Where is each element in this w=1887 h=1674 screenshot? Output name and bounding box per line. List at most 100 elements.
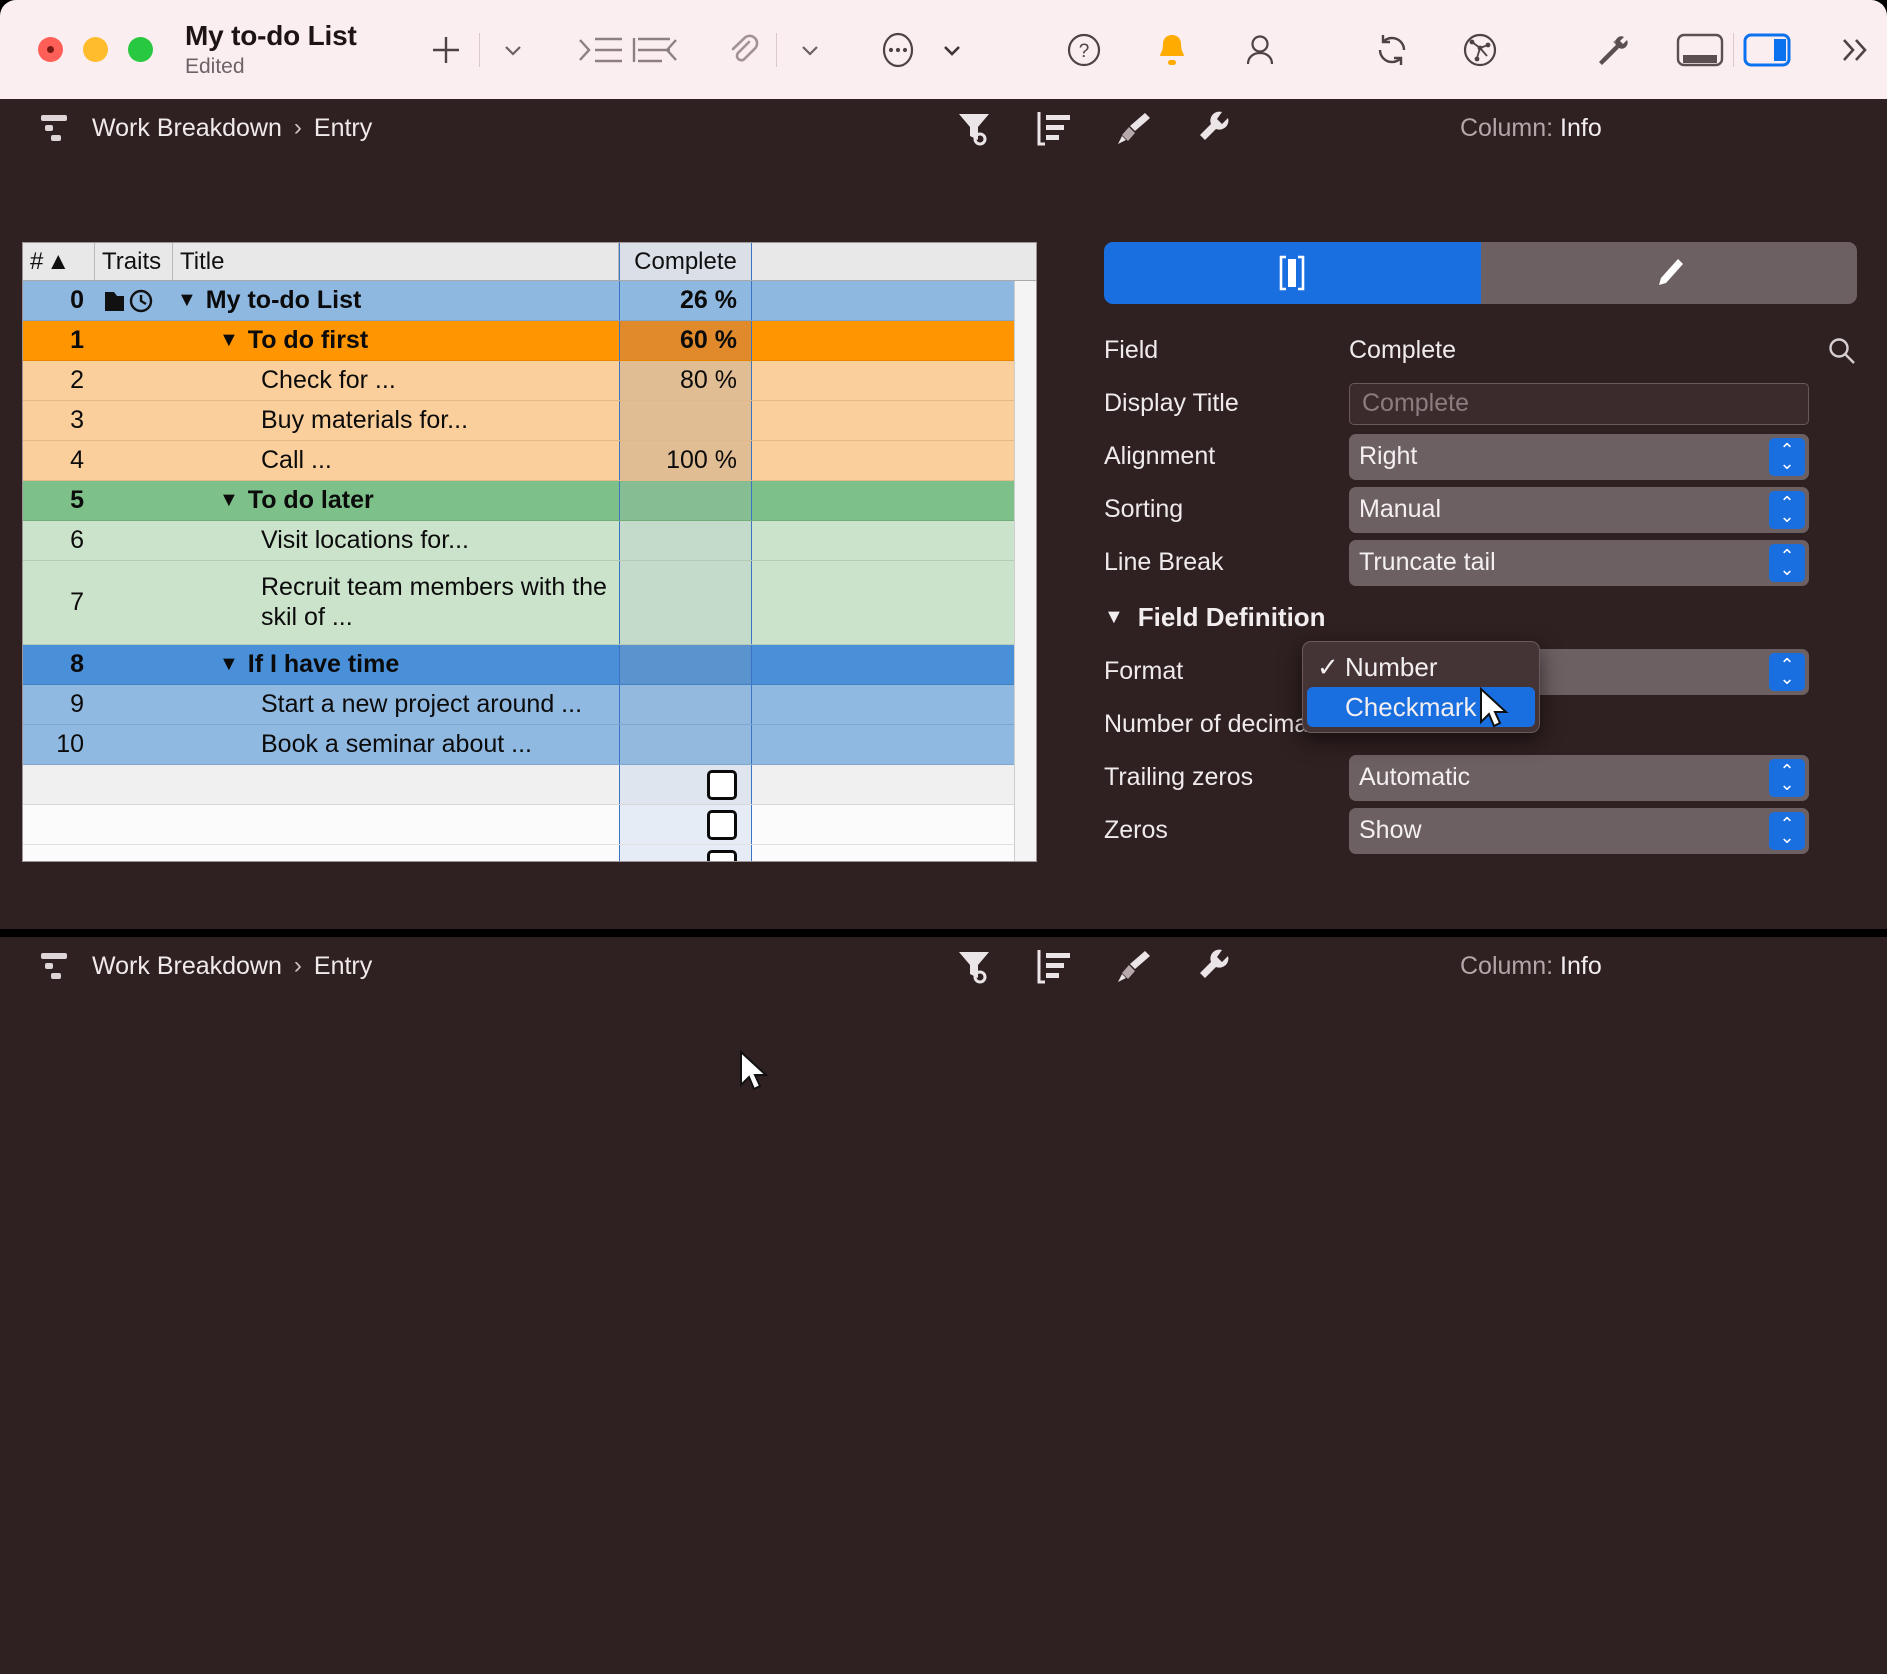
table-row[interactable]: 9 Start a new project around ...	[23, 685, 1036, 725]
tools-icon[interactable]	[1585, 23, 1639, 77]
tab-columns[interactable]	[1104, 242, 1481, 304]
table-row[interactable]: 10 Book a seminar about ...	[23, 725, 1036, 765]
stepper-icon[interactable]: ⌃ ⌄	[1769, 490, 1805, 529]
row-title[interactable]: Buy materials for...	[173, 401, 619, 440]
breadcrumb-leaf[interactable]: Entry	[314, 952, 372, 981]
row-traits[interactable]	[95, 521, 173, 560]
row-traits[interactable]	[95, 401, 173, 440]
table-row[interactable]	[23, 845, 1036, 861]
paintbrush-icon[interactable]	[1115, 947, 1153, 985]
row-complete-cell[interactable]	[619, 481, 752, 520]
complete-checkbox[interactable]	[707, 809, 737, 840]
alignment-select[interactable]: Right ⌃ ⌄	[1349, 433, 1809, 480]
add-button[interactable]	[419, 23, 473, 77]
row-complete-cell[interactable]	[619, 725, 752, 764]
indent-right-button[interactable]	[574, 23, 628, 77]
sync-icon[interactable]	[1365, 23, 1419, 77]
row-title[interactable]: ▼ My to-do List	[173, 281, 619, 320]
table-row[interactable]: 4 Call ... 100 %	[23, 441, 1036, 481]
breadcrumb[interactable]: Work Breakdown › Entry	[92, 952, 372, 981]
funnel-icon[interactable]	[955, 946, 993, 986]
zeros-select[interactable]: Show ⌃ ⌄	[1349, 807, 1809, 854]
row-complete-cell[interactable]	[619, 805, 752, 844]
complete-checkbox[interactable]	[707, 769, 737, 800]
tab-edit[interactable]	[1480, 242, 1857, 304]
close-button[interactable]	[38, 37, 63, 62]
stepper-icon[interactable]: ⌃ ⌄	[1769, 437, 1805, 476]
row-title[interactable]: ▼ To do later	[173, 481, 619, 520]
table-row[interactable]: 8 ▼ If I have time	[23, 645, 1036, 685]
row-complete-cell[interactable]	[619, 645, 752, 684]
column-header-number[interactable]: # ▲	[23, 243, 95, 280]
help-button[interactable]: ?	[1057, 23, 1111, 77]
wrench-icon[interactable]	[1195, 947, 1231, 985]
row-traits[interactable]	[95, 361, 173, 400]
disclosure-triangle-icon[interactable]: ▼	[177, 289, 197, 312]
row-traits[interactable]	[95, 805, 173, 844]
column-header-title[interactable]: Title	[173, 243, 619, 280]
row-complete-cell[interactable]: 26 %	[619, 281, 752, 320]
table-row[interactable]: 1 ▼ To do first 60 %	[23, 321, 1036, 361]
row-complete-cell[interactable]	[619, 401, 752, 440]
stepper-icon[interactable]: ⌃ ⌄	[1769, 811, 1805, 850]
column-header-traits[interactable]: Traits	[95, 243, 173, 280]
right-panel-toggle[interactable]	[1740, 23, 1794, 77]
disclosure-triangle-icon[interactable]: ▼	[219, 329, 239, 352]
funnel-icon[interactable]	[955, 108, 993, 148]
row-complete-cell[interactable]: 100 %	[619, 441, 752, 480]
row-complete-cell[interactable]	[619, 561, 752, 644]
disclosure-triangle-icon[interactable]: ▼	[219, 489, 239, 512]
outline-table-top[interactable]: # ▲ Traits Title Complete 0 ▼ My to-do Lis…	[22, 242, 1037, 862]
more-button[interactable]	[871, 23, 925, 77]
pane-divider[interactable]	[0, 929, 1887, 937]
bell-icon[interactable]	[1145, 23, 1199, 77]
vertical-scrollbar-top[interactable]	[1014, 281, 1036, 861]
row-title[interactable]	[173, 765, 619, 804]
minimize-button[interactable]	[83, 37, 108, 62]
outline-icon[interactable]	[1035, 109, 1073, 147]
add-menu-button[interactable]	[486, 23, 540, 77]
paperclip-button[interactable]	[716, 23, 770, 77]
table-row[interactable]	[23, 765, 1036, 805]
row-traits[interactable]	[95, 845, 173, 861]
table-row[interactable]: 0 ▼ My to-do List 26 %	[23, 281, 1036, 321]
stepper-icon[interactable]: ⌃ ⌄	[1769, 652, 1805, 691]
row-complete-cell[interactable]	[619, 521, 752, 560]
row-title[interactable]: ▼ If I have time	[173, 645, 619, 684]
row-traits[interactable]	[95, 561, 173, 644]
breadcrumb-root[interactable]: Work Breakdown	[92, 952, 282, 981]
sorting-select[interactable]: Manual ⌃ ⌄	[1349, 486, 1809, 533]
disclosure-triangle-icon[interactable]: ▼	[1104, 606, 1124, 629]
row-traits[interactable]	[95, 281, 173, 320]
row-title[interactable]: Book a seminar about ...	[173, 725, 619, 764]
row-traits[interactable]	[95, 725, 173, 764]
table-row[interactable]: 5 ▼ To do later	[23, 481, 1036, 521]
person-icon[interactable]	[1233, 23, 1287, 77]
row-traits[interactable]	[95, 685, 173, 724]
trailing-zeros-select[interactable]: Automatic ⌃ ⌄	[1349, 754, 1809, 801]
paperclip-menu-button[interactable]	[783, 23, 837, 77]
field-definition-section[interactable]: ▼ Field Definition	[1104, 589, 1887, 645]
bottom-panel-toggle[interactable]	[1673, 23, 1727, 77]
line-break-select[interactable]: Truncate tail ⌃ ⌄	[1349, 539, 1809, 586]
row-title[interactable]: Visit locations for...	[173, 521, 619, 560]
breadcrumb[interactable]: Work Breakdown › Entry	[92, 114, 372, 143]
row-title[interactable]: Check for ...	[173, 361, 619, 400]
more-menu-button[interactable]	[925, 23, 979, 77]
row-complete-cell[interactable]: 60 %	[619, 321, 752, 360]
breadcrumb-leaf[interactable]: Entry	[314, 114, 372, 143]
row-title[interactable]: Call ...	[173, 441, 619, 480]
menu-item[interactable]: ✓ Number	[1307, 647, 1535, 687]
column-header-complete[interactable]: Complete	[619, 243, 752, 280]
stepper-icon[interactable]: ⌃ ⌄	[1769, 758, 1805, 797]
row-complete-cell[interactable]	[619, 845, 752, 861]
overflow-chevron-icon[interactable]	[1828, 23, 1882, 77]
table-row[interactable]	[23, 805, 1036, 845]
row-traits[interactable]	[95, 765, 173, 804]
globe-network-icon[interactable]	[1453, 23, 1507, 77]
outline-icon[interactable]	[1035, 947, 1073, 985]
row-complete-cell[interactable]	[619, 765, 752, 804]
row-title[interactable]: ▼ To do first	[173, 321, 619, 360]
table-row[interactable]: 6 Visit locations for...	[23, 521, 1036, 561]
breadcrumb-root[interactable]: Work Breakdown	[92, 114, 282, 143]
